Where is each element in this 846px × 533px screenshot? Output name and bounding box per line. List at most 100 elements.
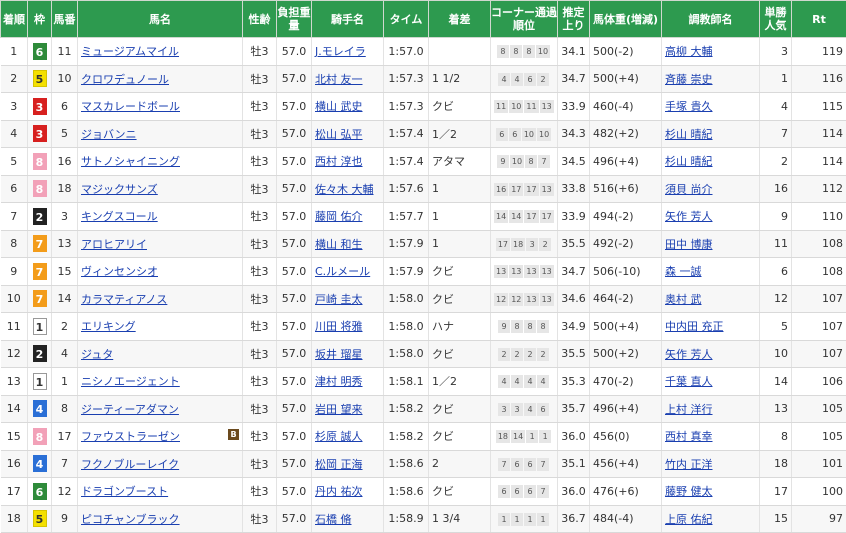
finish-rank: 13 xyxy=(1,368,28,396)
trainer-link[interactable]: 高柳 大輔 xyxy=(665,45,713,58)
trainer-cell: 中内田 充正 xyxy=(662,313,760,341)
header-margin[interactable]: 着差 xyxy=(429,1,491,38)
corner-position: 12 xyxy=(509,293,523,306)
margin: クビ xyxy=(429,93,491,121)
horse-name-link[interactable]: カラマティアノス xyxy=(81,293,167,306)
trainer-link[interactable]: 千葉 直人 xyxy=(665,375,713,388)
trainer-link[interactable]: 西村 真幸 xyxy=(665,430,713,443)
corner-position: 13 xyxy=(540,293,554,306)
trainer-link[interactable]: 上村 洋行 xyxy=(665,403,713,416)
body-weight: 500 xyxy=(593,320,614,333)
header-corner[interactable]: コーナー通過順位 xyxy=(491,1,558,38)
jockey-link[interactable]: 杉原 誠人 xyxy=(315,430,363,443)
trainer-link[interactable]: 奥村 武 xyxy=(665,293,702,306)
jockey-link[interactable]: 横山 武史 xyxy=(315,100,363,113)
horse-name-link[interactable]: マスカレードボール xyxy=(81,100,180,113)
finish-rank: 10 xyxy=(1,285,28,313)
race-time: 1:58.2 xyxy=(384,395,429,423)
horse-number: 8 xyxy=(52,395,78,423)
body-weight-diff: (-4) xyxy=(614,512,634,525)
trainer-link[interactable]: 矢作 芳人 xyxy=(665,210,713,223)
trainer-cell: 千葉 直人 xyxy=(662,368,760,396)
header-weight[interactable]: 負担重量 xyxy=(277,1,312,38)
trainer-link[interactable]: 竹内 正洋 xyxy=(665,458,713,471)
trainer-link[interactable]: 須貝 尚介 xyxy=(665,183,713,196)
header-time[interactable]: タイム xyxy=(384,1,429,38)
popularity: 7 xyxy=(760,120,792,148)
trainer-link[interactable]: 斉藤 崇史 xyxy=(665,73,713,86)
horse-name-link[interactable]: ファウストラーゼン xyxy=(81,430,180,443)
race-time: 1:58.2 xyxy=(384,423,429,451)
jockey-cell: 藤岡 佑介 xyxy=(312,203,384,231)
horse-name-link[interactable]: ドラゴンブースト xyxy=(81,485,168,498)
jockey-link[interactable]: C.ルメール xyxy=(315,265,370,278)
horse-name-link[interactable]: ジュタ xyxy=(81,348,113,361)
jockey-link[interactable]: 西村 淳也 xyxy=(315,155,363,168)
jockey-link[interactable]: 戸崎 圭太 xyxy=(315,293,363,306)
jockey-link[interactable]: 丹内 祐次 xyxy=(315,485,363,498)
jockey-link[interactable]: 横山 和生 xyxy=(315,238,363,251)
horse-name-link[interactable]: アロヒアリイ xyxy=(81,238,147,251)
trainer-link[interactable]: 杉山 晴紀 xyxy=(665,155,713,168)
horse-number: 10 xyxy=(52,65,78,93)
trainer-link[interactable]: 上原 佑紀 xyxy=(665,513,713,526)
horse-name-link[interactable]: キングスコール xyxy=(81,210,158,223)
trainer-link[interactable]: 矢作 芳人 xyxy=(665,348,713,361)
jockey-link[interactable]: 石橋 脩 xyxy=(315,513,352,526)
jockey-link[interactable]: 坂井 瑠星 xyxy=(315,348,363,361)
trainer-link[interactable]: 杉山 晴紀 xyxy=(665,128,713,141)
header-umaban[interactable]: 馬番 xyxy=(52,1,78,38)
jockey-link[interactable]: 津村 明秀 xyxy=(315,375,363,388)
carried-weight: 57.0 xyxy=(277,313,312,341)
rating: 119 xyxy=(792,38,846,66)
horse-name-link[interactable]: エリキング xyxy=(81,320,136,333)
body-weight-diff: (-2) xyxy=(614,292,634,305)
jockey-link[interactable]: 北村 友一 xyxy=(315,73,363,86)
horse-name-link[interactable]: ピコチャンブラック xyxy=(81,513,180,526)
race-time: 1:58.0 xyxy=(384,285,429,313)
corner-positions: 4462 xyxy=(491,65,558,93)
trainer-link[interactable]: 手塚 貴久 xyxy=(665,100,713,113)
header-rank[interactable]: 着順 xyxy=(1,1,28,38)
race-time: 1:58.0 xyxy=(384,313,429,341)
body-weight: 484 xyxy=(593,512,614,525)
horse-name-link[interactable]: ミュージアムマイル xyxy=(81,45,179,58)
header-row: 着順 枠 馬番 馬名 性齢 負担重量 騎手名 タイム 着差 コーナー通過順位 推… xyxy=(1,1,846,38)
header-jockey[interactable]: 騎手名 xyxy=(312,1,384,38)
header-rating[interactable]: Rt xyxy=(792,1,846,38)
trainer-link[interactable]: 中内田 充正 xyxy=(665,320,724,333)
jockey-link[interactable]: 岩田 望来 xyxy=(315,403,363,416)
jockey-link[interactable]: 川田 将雅 xyxy=(315,320,363,333)
rating: 101 xyxy=(792,450,846,478)
header-sex-age[interactable]: 性齢 xyxy=(243,1,277,38)
horse-name-link[interactable]: クロワデュノール xyxy=(81,73,169,86)
horse-name-link[interactable]: サトノシャイニング xyxy=(81,155,180,168)
header-popularity[interactable]: 単勝人気 xyxy=(760,1,792,38)
horse-name-cell: ファウストラーゼンB xyxy=(78,423,243,451)
horse-name-link[interactable]: ニシノエージェント xyxy=(81,375,180,388)
table-row: 1611ミュージアムマイル牡357.0J.モレイラ1:57.08881034.1… xyxy=(1,38,846,66)
trainer-link[interactable]: 藤野 健太 xyxy=(665,485,713,498)
trainer-link[interactable]: 森 一誠 xyxy=(665,265,702,278)
jockey-link[interactable]: 松岡 正海 xyxy=(315,458,363,471)
horse-name-link[interactable]: ヴィンセンシオ xyxy=(81,265,158,278)
horse-name-link[interactable]: マジックサンズ xyxy=(81,183,158,196)
horse-name-link[interactable]: ジーティーアダマン xyxy=(81,403,179,416)
header-waku[interactable]: 枠 xyxy=(28,1,52,38)
corner-positions: 6667 xyxy=(491,478,558,506)
corner-position: 3 xyxy=(526,238,538,251)
rating: 97 xyxy=(792,505,846,533)
trainer-cell: 高柳 大輔 xyxy=(662,38,760,66)
horse-name-link[interactable]: フクノブルーレイク xyxy=(81,458,179,471)
jockey-link[interactable]: 藤岡 佑介 xyxy=(315,210,363,223)
header-body-weight[interactable]: 馬体重(増減) xyxy=(590,1,662,38)
jockey-link[interactable]: 佐々木 大輔 xyxy=(315,183,374,196)
jockey-link[interactable]: 松山 弘平 xyxy=(315,128,363,141)
trainer-link[interactable]: 田中 博康 xyxy=(665,238,713,251)
header-horse-name[interactable]: 馬名 xyxy=(78,1,243,38)
horse-name-link[interactable]: ジョバンニ xyxy=(81,128,137,141)
header-agari[interactable]: 推定上り xyxy=(558,1,590,38)
jockey-link[interactable]: J.モレイラ xyxy=(315,45,366,58)
header-trainer[interactable]: 調教師名 xyxy=(662,1,760,38)
body-weight-diff: (-4) xyxy=(614,100,634,113)
